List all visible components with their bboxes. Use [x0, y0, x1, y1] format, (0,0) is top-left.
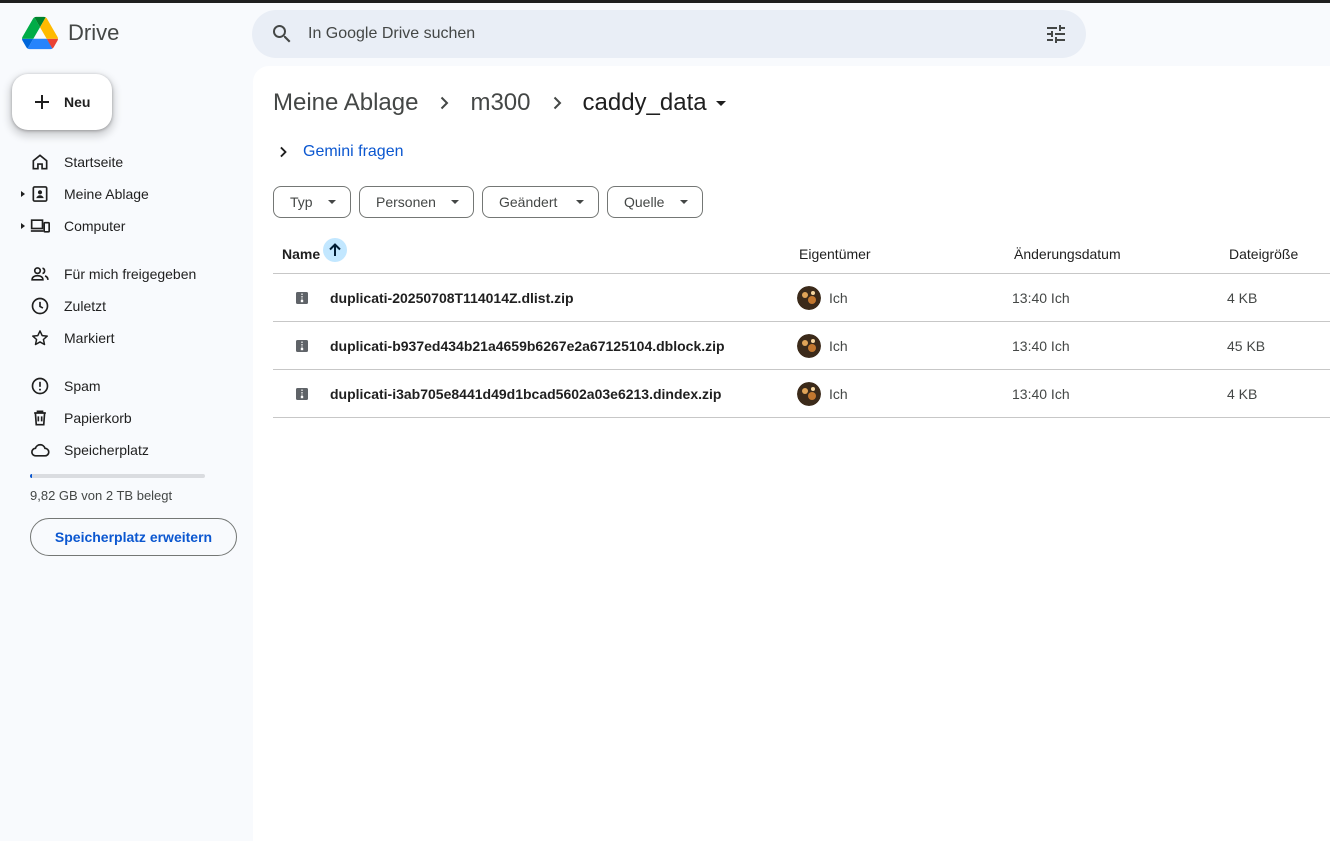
sidebar-item-shared[interactable]: Für mich freigegeben: [16, 258, 236, 290]
file-name: duplicati-b937ed434b21a4659b6267e2a67125…: [330, 338, 725, 354]
plus-icon: [35, 95, 49, 109]
sidebar-item-label: Für mich freigegeben: [64, 266, 197, 282]
zip-file-icon: [296, 340, 308, 352]
breadcrumb-item-my-drive[interactable]: Meine Ablage: [273, 89, 418, 117]
tune-filter-icon[interactable]: [1044, 22, 1068, 46]
column-header-modified[interactable]: Änderungsdatum: [1014, 246, 1121, 262]
storage-progress-fill: [30, 474, 32, 478]
new-button[interactable]: Neu: [12, 74, 112, 130]
file-size: 45 KB: [1227, 338, 1266, 354]
table-row[interactable]: duplicati-b937ed434b21a4659b6267e2a67125…: [273, 322, 1330, 370]
table-header: Name Eigentümer Änderungsdatum Dateigröß…: [273, 234, 1330, 274]
owner-avatar: [797, 382, 821, 406]
sidebar-item-label: Computer: [64, 218, 126, 234]
computer-icon: [30, 219, 50, 233]
sidebar-item-recent[interactable]: Zuletzt: [16, 290, 236, 322]
sidebar-item-my-drive[interactable]: Meine Ablage: [16, 178, 236, 210]
sidebar-item-label: Papierkorb: [64, 410, 132, 426]
shared-people-icon: [31, 267, 49, 281]
folder-dropdown-icon[interactable]: [709, 91, 733, 115]
sidebar-item-spam[interactable]: Spam: [16, 370, 236, 402]
sidebar-item-label: Markiert: [64, 330, 115, 346]
drive-logo[interactable]: Drive: [22, 16, 119, 50]
window-top-border: [0, 0, 1330, 3]
main-content: Meine Ablage m300 caddy_data Gemini frag…: [253, 66, 1330, 841]
file-owner: Ich: [829, 338, 848, 354]
table-row[interactable]: duplicati-20250708T114014Z.dlist.zip Ich…: [273, 274, 1330, 322]
storage-usage-text: 9,82 GB von 2 TB belegt: [30, 488, 173, 503]
dropdown-arrow-icon: [328, 200, 336, 204]
breadcrumb: Meine Ablage m300 caddy_data: [273, 88, 733, 118]
sidebar-item-computer[interactable]: Computer: [16, 210, 236, 242]
storage-progress-bar: [30, 474, 205, 478]
trash-icon: [34, 410, 46, 426]
sidebar-item-home[interactable]: Startseite: [16, 146, 236, 178]
filter-chip-label: Geändert: [499, 194, 558, 210]
chevron-right-icon: [280, 146, 287, 158]
sidebar-item-label: Spam: [64, 378, 101, 394]
dropdown-arrow-icon: [451, 200, 459, 204]
zip-file-icon: [296, 292, 308, 304]
file-modified: 13:40 Ich: [1012, 290, 1070, 306]
sidebar-item-label: Zuletzt: [64, 298, 107, 314]
dropdown-arrow-icon: [576, 200, 584, 204]
file-size: 4 KB: [1227, 386, 1258, 402]
arrow-up-icon: [329, 243, 341, 256]
gemini-ask-toggle[interactable]: Gemini fragen: [273, 142, 404, 162]
sidebar-item-label: Meine Ablage: [64, 186, 149, 202]
search-bar[interactable]: [252, 10, 1086, 58]
sidebar-item-storage[interactable]: Speicherplatz: [16, 434, 236, 466]
filter-chip-people[interactable]: Personen: [359, 186, 474, 218]
dropdown-arrow-icon: [680, 200, 688, 204]
sidebar-item-starred[interactable]: Markiert: [16, 322, 236, 354]
search-input[interactable]: [308, 22, 1008, 46]
filter-chip-source[interactable]: Quelle: [607, 186, 703, 218]
file-owner: Ich: [829, 290, 848, 306]
clock-icon: [31, 297, 49, 315]
column-header-name[interactable]: Name: [282, 246, 320, 262]
filter-chip-label: Personen: [376, 194, 436, 210]
table-row[interactable]: duplicati-i3ab705e8441d49d1bcad5602a03e6…: [273, 370, 1330, 418]
spam-icon: [31, 377, 49, 395]
file-name: duplicati-20250708T114014Z.dlist.zip: [330, 290, 574, 306]
owner-avatar: [797, 334, 821, 358]
filter-chip-modified[interactable]: Geändert: [482, 186, 599, 218]
file-modified: 13:40 Ich: [1012, 338, 1070, 354]
sidebar-item-label: Startseite: [64, 154, 124, 170]
gemini-ask-label: Gemini fragen: [303, 143, 404, 160]
file-name: duplicati-i3ab705e8441d49d1bcad5602a03e6…: [330, 386, 722, 402]
chevron-right-icon: [553, 96, 561, 110]
cloud-icon: [31, 444, 50, 457]
filter-chip-label: Typ: [290, 194, 313, 210]
breadcrumb-current-folder[interactable]: caddy_data: [583, 89, 707, 117]
app-brand: Drive: [68, 20, 120, 45]
column-header-size[interactable]: Dateigröße: [1229, 246, 1298, 262]
search-icon[interactable]: [270, 22, 294, 46]
sidebar-item-trash[interactable]: Papierkorb: [16, 402, 236, 434]
filter-chip-type[interactable]: Typ: [273, 186, 351, 218]
google-drive-logo-icon: [22, 16, 58, 50]
column-header-owner[interactable]: Eigentümer: [799, 246, 871, 262]
file-owner: Ich: [829, 386, 848, 402]
file-size: 4 KB: [1227, 290, 1258, 306]
sidebar-item-label: Speicherplatz: [64, 442, 149, 458]
breadcrumb-item-m300[interactable]: m300: [470, 89, 530, 117]
zip-file-icon: [296, 388, 308, 400]
get-more-storage-button[interactable]: Speicherplatz erweitern: [30, 518, 237, 556]
expand-caret-icon[interactable]: [21, 223, 25, 229]
owner-avatar: [797, 286, 821, 310]
expand-caret-icon[interactable]: [21, 191, 25, 197]
new-button-label: Neu: [64, 94, 91, 110]
star-icon: [32, 330, 48, 346]
filter-chip-label: Quelle: [624, 194, 665, 210]
file-modified: 13:40 Ich: [1012, 386, 1070, 402]
home-icon: [32, 154, 48, 170]
my-drive-icon: [32, 186, 48, 202]
sort-ascending-button[interactable]: [323, 238, 347, 262]
chevron-right-icon: [441, 96, 449, 110]
